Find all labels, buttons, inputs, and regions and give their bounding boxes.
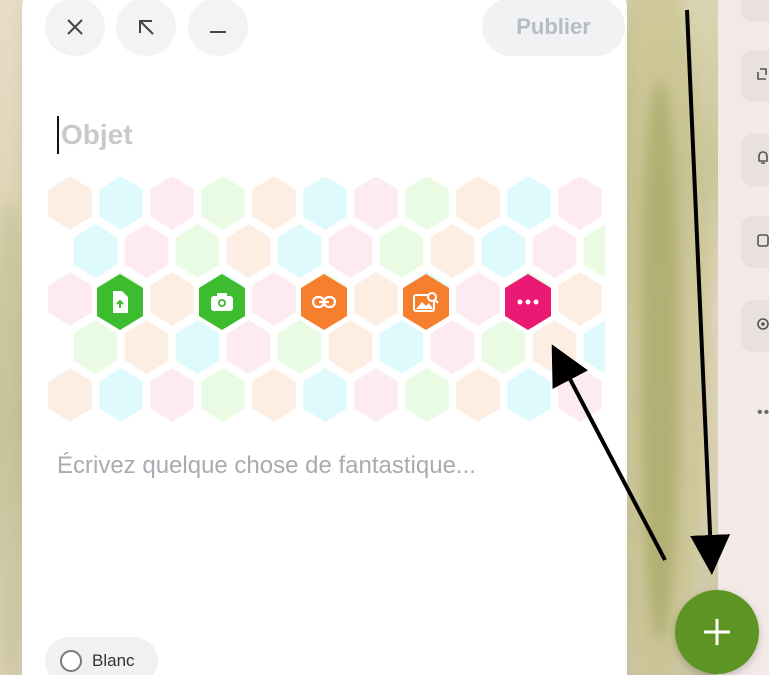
hex-cell xyxy=(277,320,322,374)
hex-cell xyxy=(507,368,551,422)
bell-icon xyxy=(758,151,768,164)
hex-cell xyxy=(303,177,347,230)
hex-cell xyxy=(456,177,500,230)
hex-cell xyxy=(456,272,500,326)
hex-cell xyxy=(583,224,605,278)
hex-cell xyxy=(405,368,449,422)
sidebar-button-notifications[interactable] xyxy=(741,134,769,186)
hex-cell xyxy=(150,177,194,230)
hex-cell xyxy=(558,177,602,230)
more-dots-icon xyxy=(517,299,539,305)
hex-cell xyxy=(48,368,92,422)
close-icon xyxy=(67,19,83,35)
hex-cell xyxy=(328,224,373,278)
hex-cell xyxy=(124,224,169,278)
hex-cell xyxy=(532,224,577,278)
gear-icon xyxy=(757,318,769,330)
hex-cell xyxy=(48,272,92,326)
file-upload-icon xyxy=(113,291,128,313)
folder-icon xyxy=(757,234,769,247)
plus-icon xyxy=(704,619,730,645)
hex-cell xyxy=(354,272,398,326)
hex-cell xyxy=(354,177,398,230)
hex-cell xyxy=(328,320,373,374)
hex-cell xyxy=(456,368,500,422)
hex-cell xyxy=(73,224,118,278)
hex-cell xyxy=(405,177,449,230)
close-button[interactable] xyxy=(45,0,105,56)
hex-cell xyxy=(99,368,143,422)
hex-cell xyxy=(379,224,424,278)
camera-icon xyxy=(211,293,233,311)
hex-cell xyxy=(354,368,398,422)
hex-cell xyxy=(252,177,296,230)
hex-cell xyxy=(481,320,526,374)
radio-circle xyxy=(60,650,82,672)
hex-cell xyxy=(124,320,169,374)
hex-cell xyxy=(226,224,271,278)
hex-cell xyxy=(226,320,271,374)
hex-cell xyxy=(558,272,602,326)
arrow-up-left-icon xyxy=(139,20,154,35)
hex-cell xyxy=(201,177,245,230)
subject-input[interactable] xyxy=(57,116,457,154)
hex-cell xyxy=(277,224,322,278)
hex-cell xyxy=(99,177,143,230)
background-color-option[interactable]: Blanc xyxy=(45,637,158,675)
hex-cell xyxy=(252,272,296,326)
background-color-label: Blanc xyxy=(92,651,135,670)
body-input[interactable]: Écrivez quelque chose de fantastique... xyxy=(57,452,597,480)
image-search-icon xyxy=(413,292,439,312)
sidebar-button[interactable] xyxy=(741,0,769,22)
hex-cell xyxy=(583,320,605,374)
hex-cell xyxy=(430,320,475,374)
publish-button[interactable]: Publier xyxy=(482,0,625,56)
hex-cell xyxy=(150,272,194,326)
hex-cell xyxy=(303,368,347,422)
hex-cell xyxy=(481,224,526,278)
hex-cell xyxy=(430,224,475,278)
hex-cell xyxy=(201,368,245,422)
sidebar-button-folder[interactable] xyxy=(741,216,769,268)
recycle-icon xyxy=(757,68,767,80)
sidebar-more[interactable]: •• xyxy=(757,404,769,422)
minimize-icon xyxy=(210,31,226,33)
minimize-button[interactable] xyxy=(188,0,248,56)
hex-cell xyxy=(507,177,551,230)
hex-cell xyxy=(150,368,194,422)
new-post-fab[interactable] xyxy=(675,590,759,674)
hex-cell xyxy=(73,320,118,374)
hex-cell xyxy=(532,320,577,374)
sidebar-button-settings[interactable] xyxy=(741,300,769,352)
hex-cell xyxy=(175,320,220,374)
sidebar-button-recycle[interactable] xyxy=(741,50,769,102)
hex-cell xyxy=(558,368,602,422)
link-icon xyxy=(311,295,337,309)
hex-cell xyxy=(175,224,220,278)
expand-button[interactable] xyxy=(116,0,176,56)
background-streak xyxy=(640,80,680,640)
hex-cell xyxy=(252,368,296,422)
hex-cell xyxy=(379,320,424,374)
hex-cell xyxy=(48,177,92,230)
